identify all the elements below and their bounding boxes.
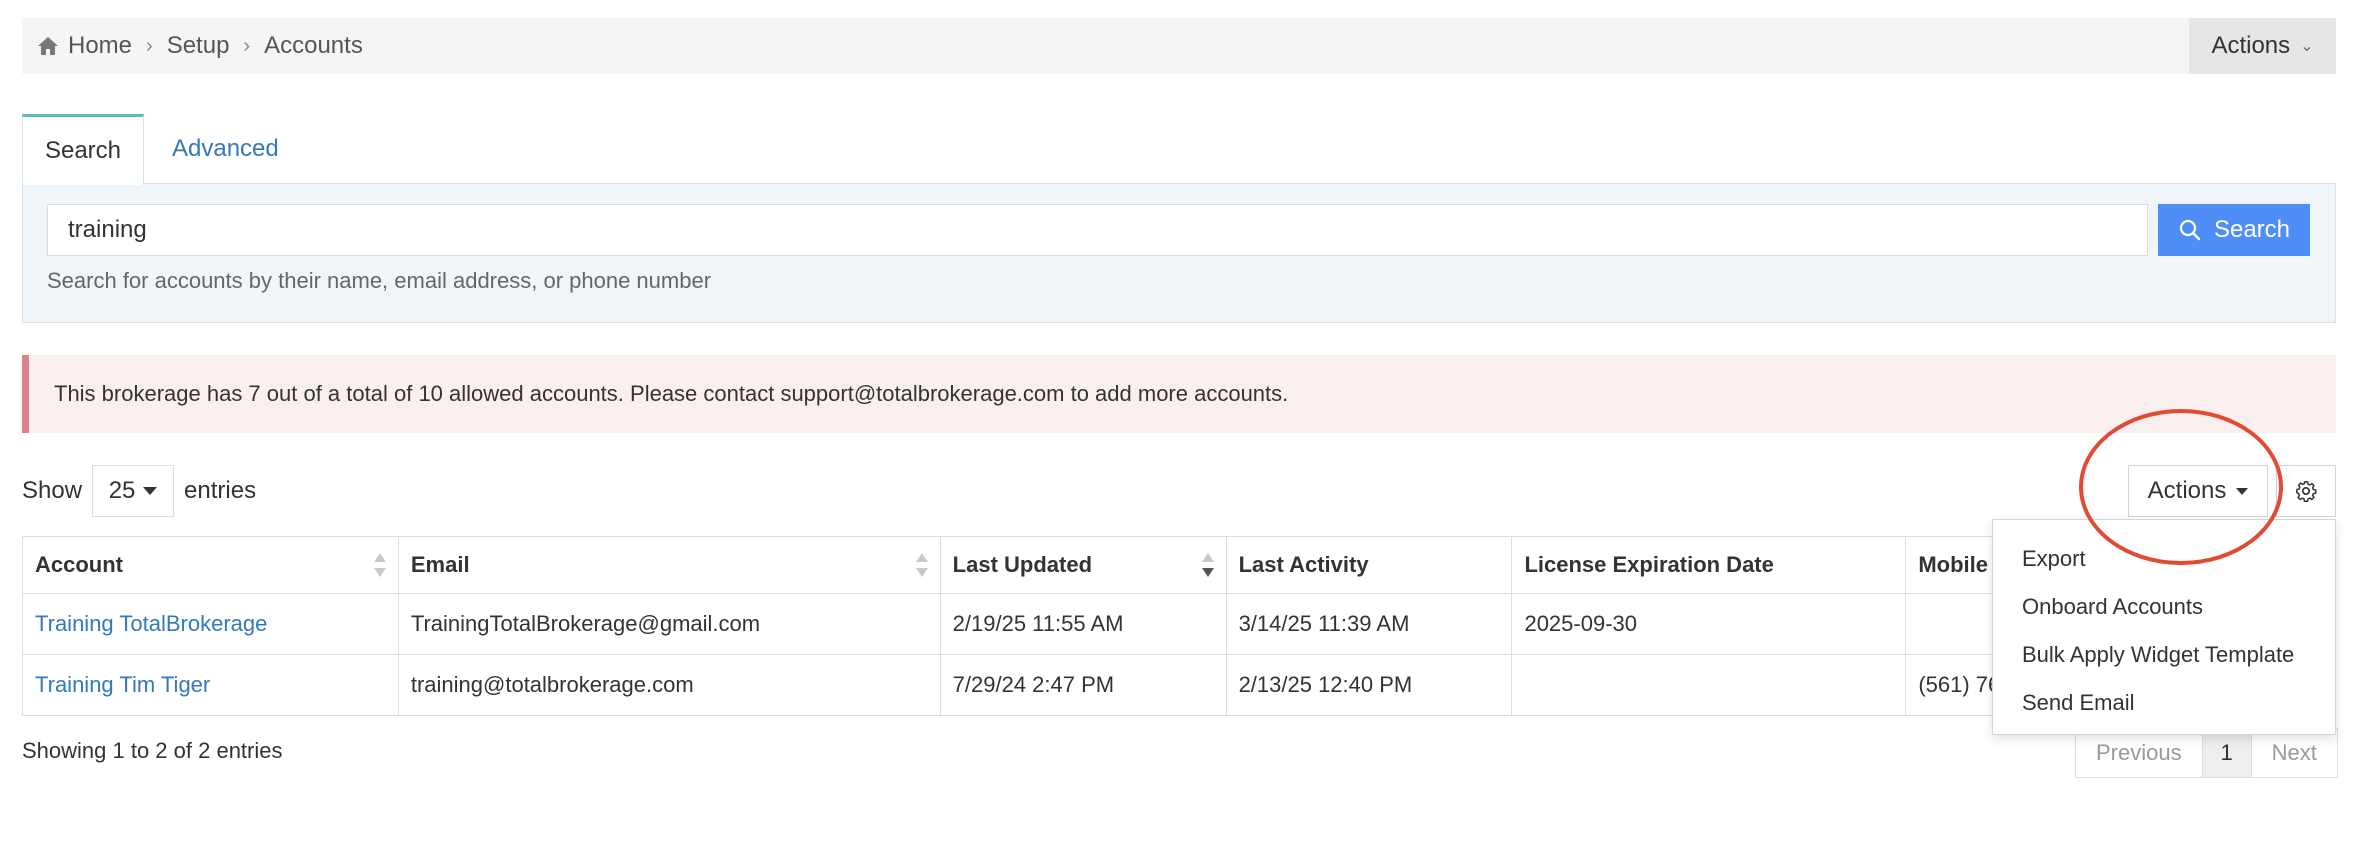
pagination: Previous 1 Next [2075,728,2338,778]
page-actions-button[interactable]: Actions ⌄ [2189,18,2336,74]
column-settings-button[interactable] [2276,465,2336,517]
menu-item-send-email[interactable]: Send Email [1993,679,2335,727]
column-header-label: Email [410,552,470,577]
column-header-label: Mobile [1918,552,1988,577]
menu-item-export[interactable]: Export [1993,535,2335,583]
page-actions-label: Actions [2211,32,2291,59]
table-info: Showing 1 to 2 of 2 entries [22,738,283,763]
account-link[interactable]: Training Tim Tiger [35,672,210,697]
pagination-previous[interactable]: Previous [2076,729,2202,777]
cell-email: training@totalbrokerage.com [397,654,941,716]
search-help-text: Search for accounts by their name, email… [47,268,712,293]
show-label: Show [22,477,83,504]
cell-account: Training TotalBrokerage [22,593,399,655]
account-link[interactable]: Training TotalBrokerage [35,611,267,636]
sort-icon [915,553,928,577]
table-row: Training TotalBrokerage TrainingTotalBro… [22,593,2336,655]
column-header-last-activity: Last Activity [1225,536,1513,594]
search-icon [2179,219,2201,241]
sort-icon [373,553,386,577]
breadcrumb-home[interactable]: Home [68,32,132,60]
search-button-label: Search [2213,216,2291,243]
pagination-page-1[interactable]: 1 [2201,729,2252,777]
column-header-account[interactable]: Account [22,536,399,594]
cell-last-updated: 2/19/25 11:55 AM [939,593,1227,655]
breadcrumb-bar: Home › Setup › Accounts Actions ⌄ [22,18,2336,74]
search-panel: Search Search for accounts by their name… [22,183,2336,323]
entries-count-value: 25 [108,477,136,504]
table-actions-button[interactable]: Actions [2128,465,2268,517]
cell-last-activity: 2/13/25 12:40 PM [1225,654,1513,716]
column-header-label: Account [35,552,123,577]
caret-down-icon [2236,487,2249,495]
cell-license-expiration [1511,654,1907,716]
table-actions-label: Actions [2147,477,2227,504]
column-header-email[interactable]: Email [397,536,941,594]
search-input[interactable] [47,204,2148,256]
tab-search[interactable]: Search [22,114,144,185]
home-icon[interactable] [36,34,60,58]
column-header-label: License Expiration Date [1524,552,1774,577]
sort-desc-icon [1201,553,1214,577]
chevron-down-icon: ⌄ [2300,38,2314,55]
actions-dropdown-menu: Export Onboard Accounts Bulk Apply Widge… [1992,519,2336,735]
chevron-right-icon: › [243,34,251,57]
column-header-label: Last Activity [1238,552,1369,577]
search-tabs: Search Advanced [22,114,304,185]
cell-license-expiration: 2025-09-30 [1511,593,1907,655]
breadcrumb-setup[interactable]: Setup [167,32,230,60]
entries-label: entries [184,477,257,504]
tab-search-label: Search [44,137,122,164]
column-header-label: Last Updated [952,552,1093,577]
cell-email: TrainingTotalBrokerage@gmail.com [397,593,941,655]
column-header-last-updated[interactable]: Last Updated [939,536,1227,594]
caret-down-icon [143,487,158,495]
chevron-right-icon: › [146,34,153,57]
column-header-license-expiration-date: License Expiration Date [1511,536,1907,594]
entries-length-control: Show 25 entries [22,465,256,517]
breadcrumb: Home › Setup › Accounts [36,18,363,74]
menu-item-bulk-apply-widget-template[interactable]: Bulk Apply Widget Template [1993,631,2335,679]
cell-last-activity: 3/14/25 11:39 AM [1225,593,1513,655]
table-row: Training Tim Tiger training@totalbrokera… [22,654,2336,716]
account-limit-alert: This brokerage has 7 out of a total of 1… [22,355,2336,433]
cell-last-updated: 7/29/24 2:47 PM [939,654,1227,716]
alert-text: This brokerage has 7 out of a total of 1… [54,381,1289,406]
entries-count-select[interactable]: 25 [92,465,175,517]
tab-advanced-label: Advanced [172,135,279,162]
search-button[interactable]: Search [2158,204,2310,256]
cell-account: Training Tim Tiger [22,654,399,716]
pagination-next[interactable]: Next [2252,729,2337,777]
tab-advanced[interactable]: Advanced [144,114,304,184]
gear-icon [2296,481,2317,502]
accounts-table: Account Email Last Updated Last Activity… [22,536,2336,716]
menu-item-onboard-accounts[interactable]: Onboard Accounts [1993,583,2335,631]
breadcrumb-accounts: Accounts [264,32,363,59]
table-header-row: Account Email Last Updated Last Activity… [22,536,2336,594]
